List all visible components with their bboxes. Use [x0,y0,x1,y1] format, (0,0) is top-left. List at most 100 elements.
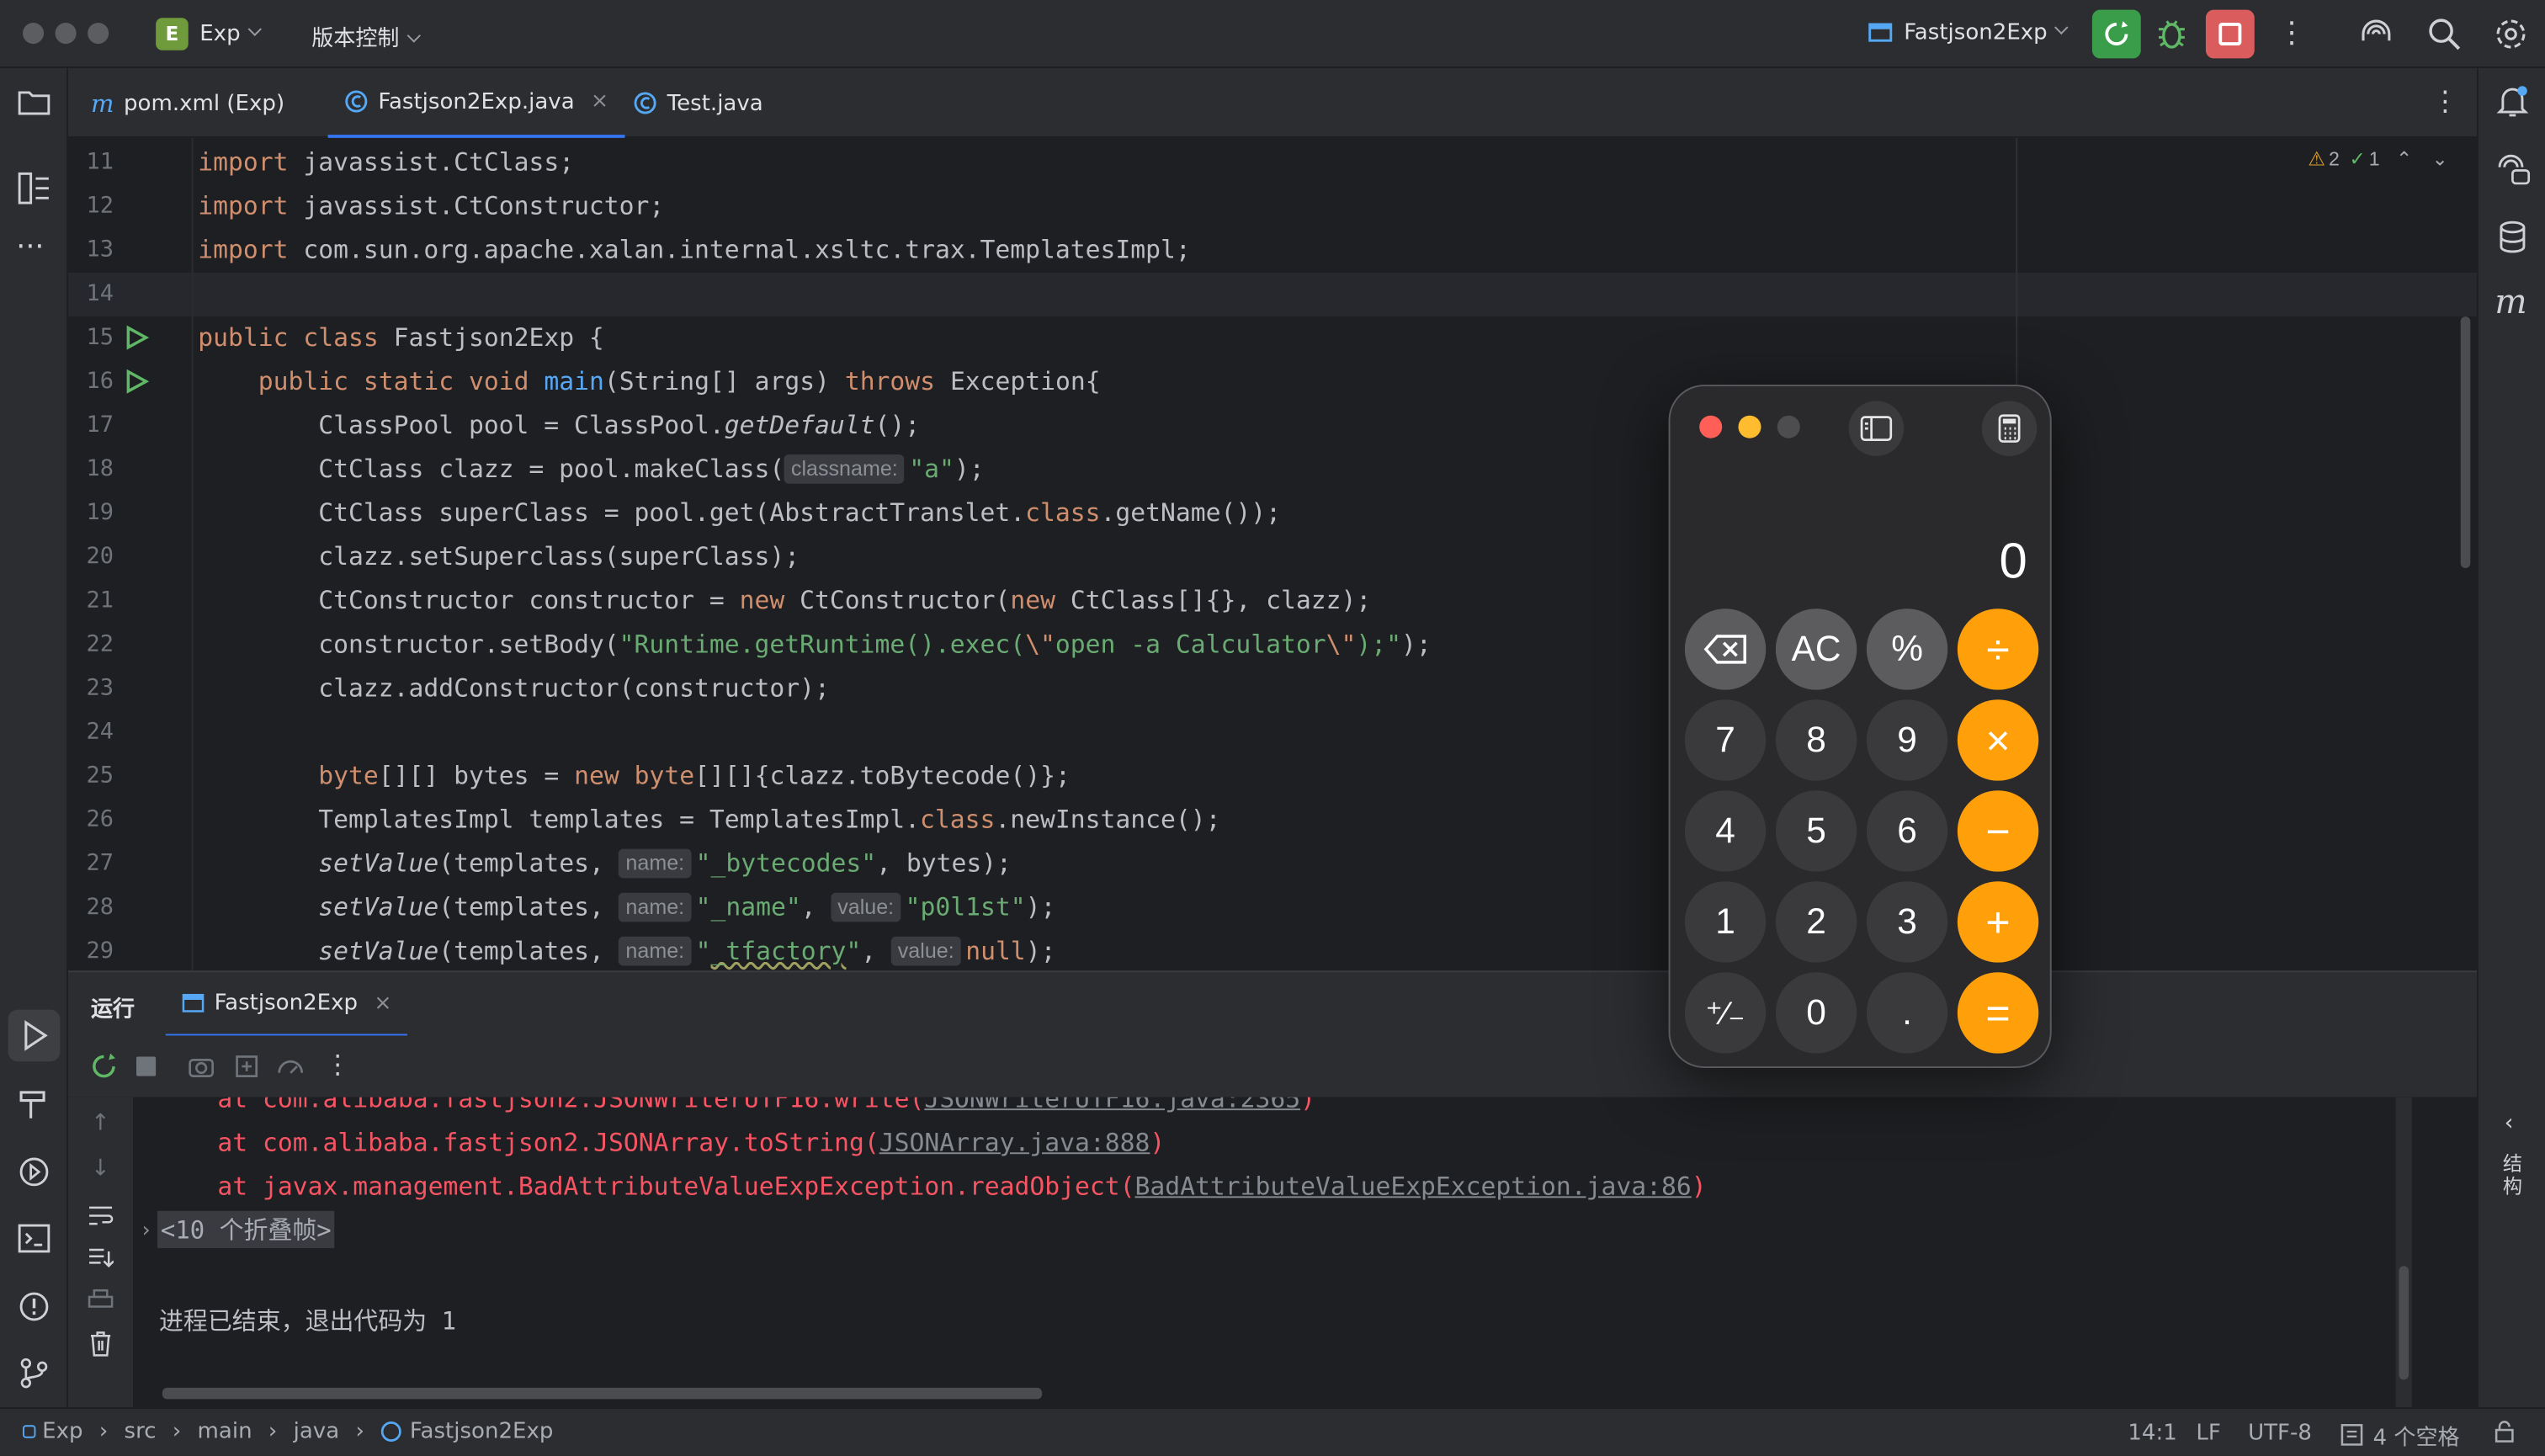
attach-icon[interactable] [276,1054,306,1080]
tab-fastjson2exp[interactable]: Fastjson2Exp.java × [327,68,625,138]
problems-icon[interactable] [18,1290,50,1323]
calc-key-decimal[interactable]: . [1866,972,1948,1054]
calculator-mode-button[interactable] [1981,401,2038,456]
stop-button[interactable] [2205,9,2255,59]
title-bar: E Exp 版本控制 Fastjson2Exp ⋮ [0,0,2545,68]
tab-options-icon[interactable]: ⋮ [2431,86,2459,119]
more-actions-icon[interactable]: ⋮ [2277,16,2307,50]
vcs-menu[interactable]: 版本控制 [311,19,421,52]
rerun-icon [2105,21,2128,45]
maven-icon[interactable]: m [2495,283,2526,321]
line-separator[interactable]: LF [2196,1420,2221,1446]
window-zoom-button[interactable] [88,22,109,45]
soft-wrap-icon[interactable] [88,1204,114,1227]
more-options-icon[interactable]: ⋮ [325,1049,351,1080]
breadcrumb-item[interactable]: java [294,1419,340,1445]
calc-key-percent[interactable]: % [1866,608,1948,690]
calc-key-3[interactable]: 3 [1866,881,1948,963]
tab-pom-xml[interactable]: m pom.xml (Exp) [75,68,301,138]
breadcrumb-item[interactable]: src [125,1419,157,1445]
calc-key-5[interactable]: 5 [1775,790,1857,872]
calc-key-8[interactable]: 8 [1775,699,1857,781]
lock-icon[interactable] [2493,1420,2516,1443]
build-hammer-icon[interactable] [18,1087,50,1120]
calc-close-button[interactable] [1699,415,1723,438]
file-encoding[interactable]: UTF-8 [2248,1420,2312,1446]
run-tab-close-icon[interactable]: × [374,991,391,1015]
camera-icon[interactable] [189,1054,215,1080]
calc-key-multiply[interactable]: × [1957,699,2039,781]
inspection-widget[interactable]: ⚠ 2 ✓ 1 ⌃ ⌄ [2308,147,2447,170]
structure-vertical-label[interactable]: 结构 [2500,1152,2526,1198]
calculator-window[interactable]: 0 AC % ÷ 7 8 9 × 4 5 6 − 1 2 3 + ⁺∕₋ 0 .… [1668,385,2052,1068]
calc-key-4[interactable]: 4 [1684,790,1767,872]
calc-key-0[interactable]: 0 [1775,972,1857,1054]
calc-key-backspace[interactable] [1684,608,1767,690]
calc-key-plus-minus[interactable]: ⁺∕₋ [1684,972,1767,1054]
search-icon[interactable] [2426,16,2462,51]
window-close-button[interactable] [22,22,45,45]
project-selector[interactable]: E Exp [156,16,263,51]
calc-key-1[interactable]: 1 [1684,881,1767,963]
run-tool-button[interactable] [8,1009,61,1062]
calc-key-ac[interactable]: AC [1775,608,1857,690]
tab-test-java[interactable]: Test.java [617,68,779,138]
editor-scrollbar[interactable] [2460,316,2471,568]
ai-assistant-icon[interactable] [2358,16,2394,51]
folded-frames[interactable]: <10 个折叠帧> [157,1210,335,1249]
scroll-to-end-icon[interactable] [88,1246,114,1269]
caret-position[interactable]: 14:1 [2128,1420,2176,1446]
code-editor[interactable]: 11 12 13 14 15 16 17 18 19 20 21 22 23 2… [67,137,2477,971]
run-gutter-icon[interactable] [124,369,150,395]
run-tab-label: Fastjson2Exp [214,990,359,1017]
breadcrumb-item[interactable]: Exp [42,1419,82,1445]
chevron-down-icon[interactable]: ⌄ [2432,147,2448,170]
calc-key-equals[interactable]: = [1957,972,2039,1054]
calc-key-9[interactable]: 9 [1866,699,1948,781]
settings-gear-icon[interactable] [2493,16,2528,51]
print-icon[interactable] [88,1289,114,1311]
rerun-icon[interactable] [91,1053,117,1080]
collapse-left-icon[interactable]: ‹ [2505,1110,2514,1136]
debug-button[interactable] [2152,14,2191,53]
folder-icon[interactable] [18,88,50,117]
calc-key-2[interactable]: 2 [1775,881,1857,963]
run-tab-fastjson2exp[interactable]: Fastjson2Exp × [165,972,408,1038]
calc-key-subtract[interactable]: − [1957,790,2039,872]
calc-key-divide[interactable]: ÷ [1957,608,2039,690]
console-hscrollbar[interactable] [162,1387,1043,1400]
trash-icon[interactable] [88,1331,114,1357]
calc-key-add[interactable]: + [1957,881,2039,963]
structure-icon[interactable] [18,172,50,205]
breadcrumb-item[interactable]: Fastjson2Exp [410,1419,553,1445]
notifications-bell-icon[interactable] [2496,84,2529,120]
chevron-right-icon[interactable]: › [140,1219,152,1243]
breadcrumb-item[interactable]: main [198,1419,252,1445]
run-gutter-icon[interactable] [124,325,150,351]
git-branch-icon[interactable] [18,1357,50,1390]
console-vscrollbar[interactable] [2399,1266,2409,1380]
calc-minimize-button[interactable] [1738,415,1761,438]
more-tools-icon[interactable]: ··· [16,231,44,264]
calc-key-6[interactable]: 6 [1866,790,1948,872]
console-output[interactable]: at com.alibaba.fastjson2.JSONWriterUTF16… [133,1097,2477,1408]
calc-key-7[interactable]: 7 [1684,699,1767,781]
chevron-up-icon[interactable]: ⌃ [2396,147,2412,170]
stop-icon[interactable] [135,1056,157,1076]
export-icon[interactable] [234,1054,260,1080]
terminal-icon[interactable] [18,1224,50,1253]
source-link[interactable]: BadAttributeValueExpException.java:86 [1135,1172,1692,1201]
database-icon[interactable] [2498,221,2527,253]
window-minimize-button[interactable] [55,22,77,45]
sidebar-toggle-button[interactable] [1848,401,1905,456]
source-link[interactable]: JSONArray.java:888 [879,1128,1150,1157]
arrow-up-icon[interactable]: ↑ [91,1110,110,1136]
calc-zoom-button[interactable] [1777,415,1800,438]
indent-setting[interactable]: 4 个空格 [2340,1419,2460,1451]
tab-close-icon[interactable]: × [591,89,608,114]
run-config-selector[interactable]: Fastjson2Exp [1868,19,2069,45]
services-icon[interactable] [18,1156,50,1188]
rerun-button[interactable] [2091,9,2141,59]
arrow-down-icon[interactable]: ↓ [91,1156,110,1182]
ai-chat-icon[interactable] [2496,152,2532,188]
